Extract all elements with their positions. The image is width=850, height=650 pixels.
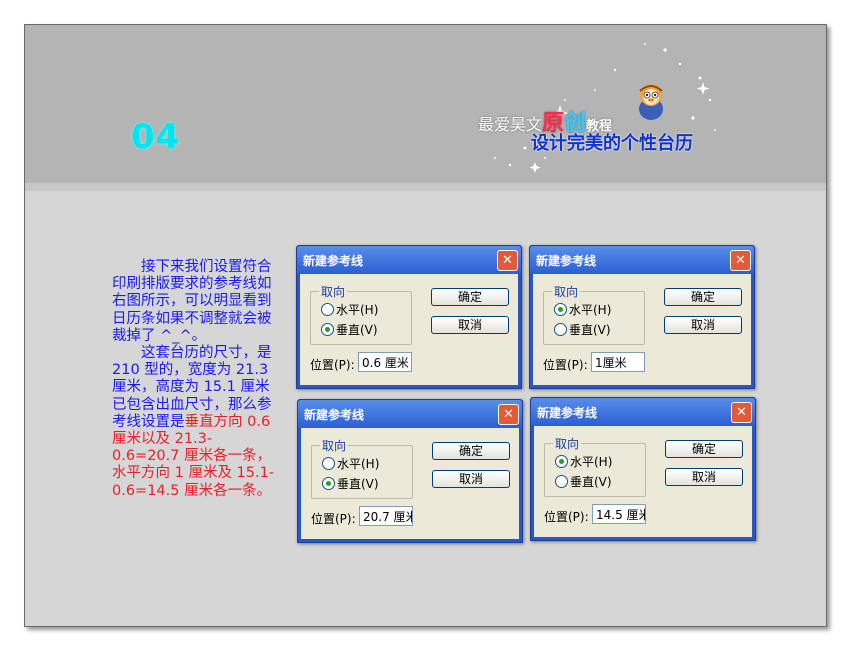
vertical-radio[interactable]: 垂直(V): [322, 475, 379, 492]
dialog-body: 取向 水平(H) 垂直(V) 确定 取消 位置(P): 0.6 厘米: [300, 274, 518, 385]
close-icon[interactable]: ✕: [730, 250, 751, 271]
radio-selected-icon: [322, 477, 335, 490]
ok-button[interactable]: 确定: [664, 288, 742, 306]
dialog-title: 新建参考线: [304, 408, 365, 422]
radio-circle-icon: [555, 475, 568, 488]
position-input[interactable]: 1厘米: [591, 352, 645, 372]
ok-button[interactable]: 确定: [665, 440, 743, 458]
orientation-group: 取向 水平(H) 垂直(V): [310, 283, 412, 345]
ok-button[interactable]: 确定: [432, 442, 510, 460]
close-icon[interactable]: ✕: [498, 404, 519, 425]
dialog-titlebar[interactable]: 新建参考线 ✕: [531, 398, 755, 426]
new-guide-dialog-2: 新建参考线 ✕ 取向 水平(H) 垂直(V) 确定 取消 位置(P): 1厘米: [529, 245, 755, 389]
orientation-group: 取向 水平(H) 垂直(V): [544, 435, 646, 497]
slide-frame: 04 最爱昊文原创教程 设计完美的个性台历 接下来我们设置符合印刷排版要求的参考…: [24, 24, 827, 627]
dialog-body: 取向 水平(H) 垂直(V) 确定 取消 位置(P): 1厘米: [533, 274, 751, 385]
radio-selected-icon: [554, 303, 567, 316]
horizontal-label: 水平(H): [570, 455, 613, 469]
vertical-radio[interactable]: 垂直(V): [555, 473, 612, 490]
position-input[interactable]: 0.6 厘米: [358, 352, 412, 372]
dialog-title: 新建参考线: [536, 254, 597, 268]
orientation-label: 取向: [552, 283, 581, 300]
cancel-button[interactable]: 取消: [432, 470, 510, 488]
radio-selected-icon: [555, 455, 568, 468]
dialog-titlebar[interactable]: 新建参考线 ✕: [530, 246, 754, 274]
dialog-titlebar[interactable]: 新建参考线 ✕: [298, 400, 522, 428]
horizontal-label: 水平(H): [337, 457, 380, 471]
dialog-body: 取向 水平(H) 垂直(V) 确定 取消 位置(P): 14.5 厘米: [534, 426, 752, 537]
orientation-group: 取向 水平(H) 垂直(V): [543, 283, 645, 345]
vertical-label: 垂直(V): [569, 323, 611, 337]
horizontal-label: 水平(H): [569, 303, 612, 317]
dialog-titlebar[interactable]: 新建参考线 ✕: [297, 246, 521, 274]
position-input[interactable]: 20.7 厘米: [359, 506, 413, 526]
position-input[interactable]: 14.5 厘米: [592, 504, 646, 524]
vertical-radio[interactable]: 垂直(V): [321, 321, 378, 338]
vertical-label: 垂直(V): [337, 477, 379, 491]
horizontal-radio[interactable]: 水平(H): [322, 455, 379, 472]
dialog-body: 取向 水平(H) 垂直(V) 确定 取消 位置(P): 20.7 厘米: [301, 428, 519, 539]
horizontal-radio[interactable]: 水平(H): [554, 301, 611, 318]
dialog-title: 新建参考线: [303, 254, 364, 268]
ok-button[interactable]: 确定: [431, 288, 509, 306]
orientation-label: 取向: [553, 435, 582, 452]
position-label: 位置(P):: [543, 358, 588, 372]
horizontal-radio[interactable]: 水平(H): [555, 453, 612, 470]
vertical-label: 垂直(V): [336, 323, 378, 337]
divider-band: [25, 183, 826, 191]
header-banner: 04 最爱昊文原创教程 设计完美的个性台历: [25, 25, 826, 183]
orientation-label: 取向: [320, 437, 349, 454]
radio-circle-icon: [554, 323, 567, 336]
horizontal-label: 水平(H): [336, 303, 379, 317]
position-label: 位置(P):: [311, 512, 356, 526]
instruction-text: 接下来我们设置符合印刷排版要求的参考线如右图所示，可以明显看到日历条如果不调整就…: [112, 259, 276, 500]
orientation-group: 取向 水平(H) 垂直(V): [311, 437, 413, 499]
close-icon[interactable]: ✕: [731, 402, 752, 423]
horizontal-radio[interactable]: 水平(H): [321, 301, 378, 318]
instruction-paragraph-2: 这套台历的尺寸，是 210 型的，宽度为 21.3 厘米，高度为 15.1 厘米…: [112, 345, 276, 500]
cancel-button[interactable]: 取消: [431, 316, 509, 334]
vertical-label: 垂直(V): [570, 475, 612, 489]
instruction-paragraph-1: 接下来我们设置符合印刷排版要求的参考线如右图所示，可以明显看到日历条如果不调整就…: [112, 259, 272, 344]
new-guide-dialog-4: 新建参考线 ✕ 取向 水平(H) 垂直(V) 确定 取消 位置(P): 14.5…: [530, 397, 756, 541]
orientation-label: 取向: [319, 283, 348, 300]
new-guide-dialog-1: 新建参考线 ✕ 取向 水平(H) 垂直(V) 确定 取消 位置(P): 0.6 …: [296, 245, 522, 389]
penguin-mascot-icon: [639, 84, 663, 120]
radio-circle-icon: [321, 303, 334, 316]
step-number: 04: [131, 117, 181, 157]
close-icon[interactable]: ✕: [497, 250, 518, 271]
cancel-button[interactable]: 取消: [665, 468, 743, 486]
dialog-title: 新建参考线: [537, 406, 598, 420]
position-label: 位置(P):: [544, 510, 589, 524]
radio-selected-icon: [321, 323, 334, 336]
cancel-button[interactable]: 取消: [664, 316, 742, 334]
vertical-radio[interactable]: 垂直(V): [554, 321, 611, 338]
position-label: 位置(P):: [310, 358, 355, 372]
new-guide-dialog-3: 新建参考线 ✕ 取向 水平(H) 垂直(V) 确定 取消 位置(P): 20.7…: [297, 399, 523, 543]
tutorial-title: 设计完美的个性台历: [531, 133, 693, 154]
radio-circle-icon: [322, 457, 335, 470]
